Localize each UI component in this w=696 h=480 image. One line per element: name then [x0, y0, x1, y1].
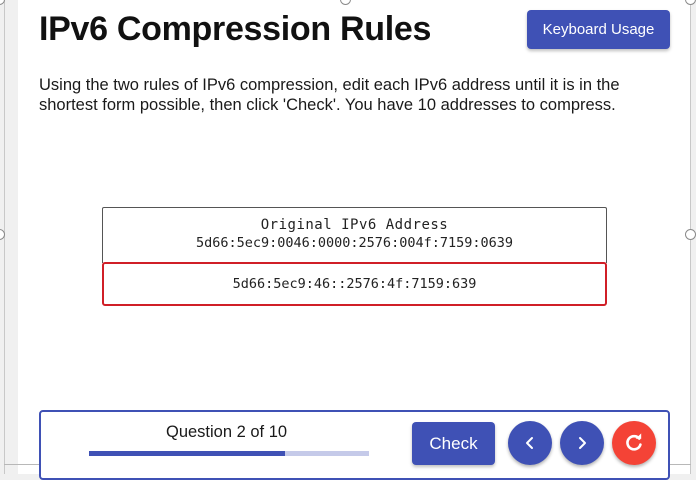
question-counter: Question 2 of 10: [166, 423, 288, 441]
progress-bar-fill: [89, 451, 285, 456]
original-address-box: Original IPv6 Address 5d66:5ec9:0046:000…: [102, 207, 607, 263]
check-button[interactable]: Check: [412, 422, 495, 465]
reset-button[interactable]: [612, 421, 656, 465]
next-question-button[interactable]: [560, 421, 604, 465]
original-address-heading: Original IPv6 Address: [260, 217, 449, 233]
chevron-left-icon: [526, 437, 533, 449]
previous-question-button[interactable]: [508, 421, 552, 465]
progress-bar: [89, 451, 369, 456]
refresh-icon: [626, 433, 642, 451]
page-title: IPv6 Compression Rules: [39, 10, 432, 48]
keyboard-usage-button[interactable]: Keyboard Usage: [527, 10, 670, 49]
original-address-value: 5d66:5ec9:0046:0000:2576:004f:7159:0639: [196, 235, 513, 251]
compressed-address-input[interactable]: [102, 262, 607, 306]
resize-handle-middle-right[interactable]: [685, 229, 696, 240]
chevron-right-icon: [579, 437, 586, 449]
instructions-text: Using the two rules of IPv6 compression,…: [39, 76, 620, 114]
